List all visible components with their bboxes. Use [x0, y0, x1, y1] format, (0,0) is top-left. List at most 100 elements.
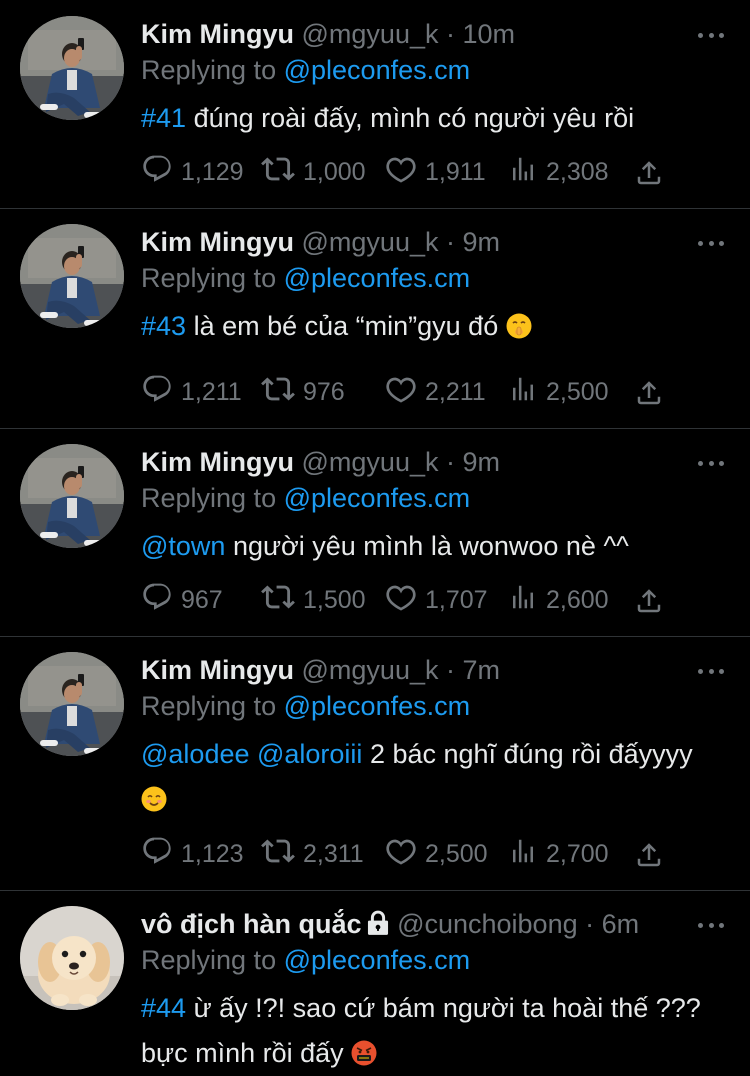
- display-name[interactable]: Kim Mingyu: [141, 19, 294, 49]
- retweet-icon: [261, 834, 295, 875]
- user-handle[interactable]: @mgyuu_k: [302, 447, 439, 477]
- tweet[interactable]: Kim Mingyu @mgyuu_k · 9m Replying to @ple…: [0, 428, 750, 636]
- reply-icon: [141, 373, 173, 412]
- tweet-header: Kim Mingyu @mgyuu_k · 7m: [141, 652, 500, 688]
- smiling-face-emoji: [141, 786, 167, 812]
- avatar[interactable]: [20, 16, 124, 120]
- more-options-icon[interactable]: [698, 230, 724, 256]
- replying-to: Replying to @pleconfes.cm: [141, 480, 470, 516]
- views-icon: [508, 581, 538, 620]
- avatar[interactable]: [20, 444, 124, 548]
- separator-dot: ·: [585, 909, 595, 939]
- reply-icon: [141, 581, 173, 620]
- replying-to-link[interactable]: @pleconfes.cm: [284, 691, 470, 721]
- likes-count: 2,211: [425, 377, 486, 406]
- share-icon: [634, 843, 664, 874]
- user-handle[interactable]: @mgyuu_k: [302, 19, 439, 49]
- tweet[interactable]: vô địch hàn quắc @cunchoibong · 6m Replyi…: [0, 890, 750, 1076]
- replies-count: 1,123: [181, 839, 244, 868]
- timestamp[interactable]: 7m: [463, 655, 501, 685]
- display-name[interactable]: vô địch hàn quắc: [141, 909, 362, 939]
- heart-icon: [385, 835, 417, 874]
- tweet-mention[interactable]: #43: [141, 311, 186, 341]
- retweet-button[interactable]: 1,000: [261, 152, 366, 192]
- views-count: 2,308: [546, 157, 609, 186]
- replying-to: Replying to @pleconfes.cm: [141, 52, 470, 88]
- views-count: 2,500: [546, 377, 609, 406]
- more-options-icon[interactable]: [698, 22, 724, 48]
- replying-to-link[interactable]: @pleconfes.cm: [284, 55, 470, 85]
- tweet-mention[interactable]: #44: [141, 993, 186, 1023]
- tweet-text: #43 là em bé của “min”gyu đó: [141, 304, 701, 349]
- share-icon: [634, 381, 664, 412]
- share-button[interactable]: [634, 586, 664, 621]
- replying-to: Replying to @pleconfes.cm: [141, 688, 470, 724]
- replying-to-link[interactable]: @pleconfes.cm: [284, 263, 470, 293]
- like-button[interactable]: 1,707: [385, 580, 488, 620]
- views-button[interactable]: 2,600: [508, 580, 609, 620]
- tweet[interactable]: Kim Mingyu @mgyuu_k · 9m Replying to @ple…: [0, 208, 750, 428]
- like-button[interactable]: 2,500: [385, 834, 488, 874]
- more-options-icon[interactable]: [698, 450, 724, 476]
- retweet-icon: [261, 152, 295, 193]
- replying-to-link[interactable]: @pleconfes.cm: [284, 945, 470, 975]
- avatar[interactable]: [20, 652, 124, 756]
- tweet-divider: [0, 428, 750, 429]
- replying-to-link[interactable]: @pleconfes.cm: [284, 483, 470, 513]
- reply-button[interactable]: 1,129: [141, 152, 244, 192]
- user-handle[interactable]: @mgyuu_k: [302, 655, 439, 685]
- replying-to-label: Replying to: [141, 691, 277, 721]
- views-icon: [508, 153, 538, 192]
- tweet[interactable]: Kim Mingyu @mgyuu_k · 10m Replying to @pl…: [0, 0, 750, 208]
- timestamp[interactable]: 6m: [602, 909, 640, 939]
- cursing-face-emoji: [351, 1040, 377, 1066]
- display-name[interactable]: Kim Mingyu: [141, 227, 294, 257]
- display-name[interactable]: Kim Mingyu: [141, 655, 294, 685]
- tweet[interactable]: Kim Mingyu @mgyuu_k · 7m Replying to @ple…: [0, 636, 750, 890]
- tweet-text-body: là em bé của “min”gyu đó: [186, 311, 506, 341]
- views-button[interactable]: 2,500: [508, 372, 609, 412]
- share-button[interactable]: [634, 840, 664, 875]
- separator-dot: ·: [446, 19, 455, 49]
- views-button[interactable]: 2,700: [508, 834, 609, 874]
- display-name[interactable]: Kim Mingyu: [141, 447, 294, 477]
- lock-icon: [366, 909, 390, 945]
- timestamp[interactable]: 9m: [463, 447, 501, 477]
- reply-button[interactable]: 967: [141, 580, 223, 620]
- tweet-header: Kim Mingyu @mgyuu_k · 9m: [141, 444, 500, 480]
- like-button[interactable]: 1,911: [385, 152, 486, 192]
- user-handle[interactable]: @cunchoibong: [397, 909, 578, 939]
- views-count: 2,600: [546, 585, 609, 614]
- replying-to: Replying to @pleconfes.cm: [141, 260, 470, 296]
- replying-to: Replying to @pleconfes.cm: [141, 942, 470, 978]
- tweet-actions: 1,123 2,311 2,500 2,700: [141, 834, 671, 874]
- views-button[interactable]: 2,308: [508, 152, 609, 192]
- separator-dot: ·: [446, 447, 455, 477]
- timestamp[interactable]: 10m: [463, 19, 516, 49]
- reply-button[interactable]: 1,123: [141, 834, 244, 874]
- reply-thread: Kim Mingyu @mgyuu_k · 10m Replying to @pl…: [0, 0, 750, 1076]
- replies-count: 1,211: [181, 377, 242, 406]
- reply-icon: [141, 835, 173, 874]
- avatar[interactable]: [20, 906, 124, 1010]
- retweet-button[interactable]: 1,500: [261, 580, 366, 620]
- like-button[interactable]: 2,211: [385, 372, 486, 412]
- more-options-icon[interactable]: [698, 658, 724, 684]
- retweet-button[interactable]: 976: [261, 372, 345, 412]
- avatar[interactable]: [20, 224, 124, 328]
- separator-dot: ·: [446, 655, 455, 685]
- tweet-mention[interactable]: @alodee @aloroiii: [141, 739, 362, 769]
- reply-button[interactable]: 1,211: [141, 372, 242, 412]
- tweet-mention[interactable]: #41: [141, 103, 186, 133]
- tweet-divider: [0, 636, 750, 637]
- tweet-text: #44 ừ ấy !?! sao cứ bám người ta hoài th…: [141, 986, 701, 1076]
- replying-to-label: Replying to: [141, 945, 277, 975]
- timestamp[interactable]: 9m: [463, 227, 501, 257]
- tweet-mention[interactable]: @town: [141, 531, 225, 561]
- retweet-button[interactable]: 2,311: [261, 834, 364, 874]
- share-button[interactable]: [634, 378, 664, 413]
- share-button[interactable]: [634, 158, 664, 193]
- user-handle[interactable]: @mgyuu_k: [302, 227, 439, 257]
- more-options-icon[interactable]: [698, 912, 724, 938]
- likes-count: 1,911: [425, 157, 486, 186]
